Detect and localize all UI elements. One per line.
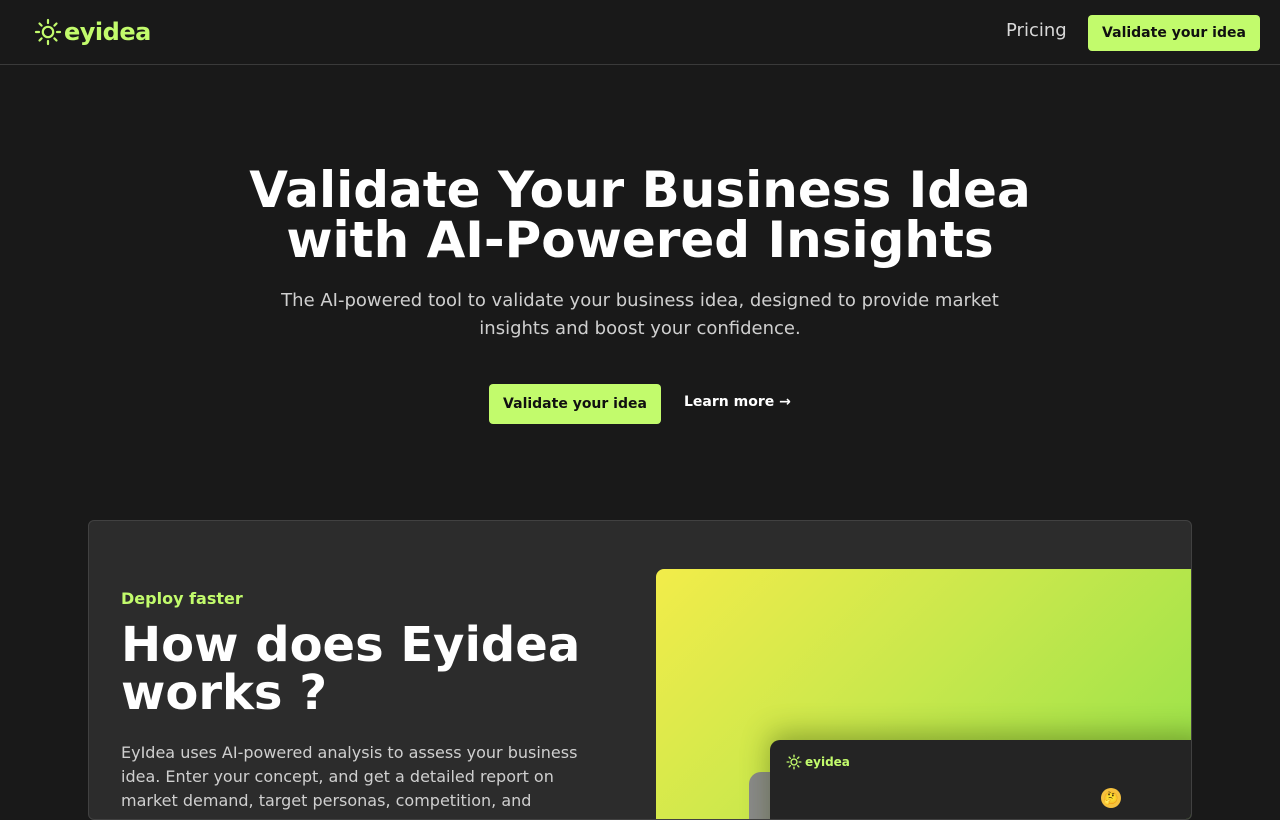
mockup-logo: eyidea (786, 754, 850, 770)
mockup-logo-text: eyidea (805, 755, 850, 769)
hero-subtitle: The AI-powered tool to validate your bus… (281, 290, 999, 339)
how-it-works-card: Deploy faster How does Eyidea works ? Ey… (88, 520, 1192, 820)
feature-description: EyIdea uses AI-powered analysis to asses… (121, 743, 578, 810)
sun-icon (34, 18, 62, 46)
nav-pricing-link[interactable]: Pricing (1006, 20, 1067, 41)
thinking-emoji-icon: 🤔 (1101, 788, 1121, 808)
hero-title: Validate Your Business Idea with AI-Powe… (0, 165, 1280, 265)
logo-text: eyidea (64, 18, 151, 46)
feature-eyebrow: Deploy faster (121, 589, 243, 608)
sun-icon (786, 754, 802, 770)
learn-more-link[interactable]: Learn more → (684, 394, 791, 410)
top-navbar: eyidea Pricing Validate your idea (0, 0, 1280, 65)
hero-title-line2: with AI-Powered Insights (286, 211, 994, 269)
logo-link[interactable]: eyidea (34, 16, 151, 48)
app-mockup-window: eyidea 🤔 (770, 740, 1191, 819)
product-preview-image: eyidea 🤔 (656, 569, 1191, 819)
nav-validate-button[interactable]: Validate your idea (1088, 15, 1260, 51)
feature-title: How does Eyidea works ? (121, 617, 581, 721)
hero-validate-button[interactable]: Validate your idea (489, 384, 661, 424)
